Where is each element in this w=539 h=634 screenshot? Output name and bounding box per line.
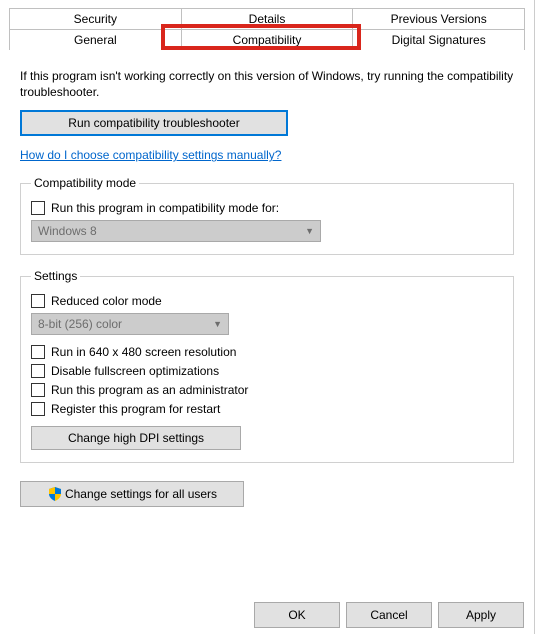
chevron-down-icon: ▼ — [213, 319, 222, 329]
color-mode-selected: 8-bit (256) color — [38, 317, 122, 331]
change-all-users-label: Change settings for all users — [65, 487, 217, 501]
tab-digital-signatures[interactable]: Digital Signatures — [353, 29, 525, 50]
tab-security[interactable]: Security — [9, 8, 182, 29]
tab-compatibility[interactable]: Compatibility — [182, 29, 354, 50]
run-troubleshooter-button[interactable]: Run compatibility troubleshooter — [20, 110, 288, 136]
dialog-button-bar: OK Cancel Apply — [254, 602, 524, 628]
compatibility-mode-group: Compatibility mode Run this program in c… — [20, 176, 514, 255]
apply-button[interactable]: Apply — [438, 602, 524, 628]
run-640-checkbox[interactable] — [31, 345, 45, 359]
manual-settings-link[interactable]: How do I choose compatibility settings m… — [20, 148, 281, 162]
settings-group: Settings Reduced color mode 8-bit (256) … — [20, 269, 514, 463]
change-dpi-button[interactable]: Change high DPI settings — [31, 426, 241, 450]
register-restart-label: Register this program for restart — [51, 402, 220, 416]
run-admin-label: Run this program as an administrator — [51, 383, 248, 397]
intro-text: If this program isn't working correctly … — [20, 68, 514, 100]
settings-legend: Settings — [31, 269, 80, 283]
disable-fullscreen-label: Disable fullscreen optimizations — [51, 364, 219, 378]
compat-mode-label: Run this program in compatibility mode f… — [51, 201, 279, 215]
tab-row-1: Security Details Previous Versions — [9, 8, 525, 29]
color-mode-dropdown[interactable]: 8-bit (256) color ▼ — [31, 313, 229, 335]
cancel-button[interactable]: Cancel — [346, 602, 432, 628]
reduced-color-label: Reduced color mode — [51, 294, 162, 308]
compat-mode-selected: Windows 8 — [38, 224, 97, 238]
change-all-users-button[interactable]: Change settings for all users — [20, 481, 244, 507]
reduced-color-checkbox[interactable] — [31, 294, 45, 308]
tab-container: Security Details Previous Versions Gener… — [0, 0, 534, 50]
tab-row-2: General Compatibility Digital Signatures — [9, 29, 525, 50]
compat-mode-checkbox[interactable] — [31, 201, 45, 215]
shield-icon — [47, 486, 63, 502]
chevron-down-icon: ▼ — [305, 226, 314, 236]
register-restart-checkbox[interactable] — [31, 402, 45, 416]
compatibility-mode-legend: Compatibility mode — [31, 176, 139, 190]
compat-mode-dropdown[interactable]: Windows 8 ▼ — [31, 220, 321, 242]
disable-fullscreen-checkbox[interactable] — [31, 364, 45, 378]
tab-general[interactable]: General — [9, 29, 182, 50]
tab-details[interactable]: Details — [182, 8, 354, 29]
tab-previous-versions[interactable]: Previous Versions — [353, 8, 525, 29]
tab-content: If this program isn't working correctly … — [0, 50, 534, 507]
run-admin-checkbox[interactable] — [31, 383, 45, 397]
ok-button[interactable]: OK — [254, 602, 340, 628]
run-640-label: Run in 640 x 480 screen resolution — [51, 345, 236, 359]
